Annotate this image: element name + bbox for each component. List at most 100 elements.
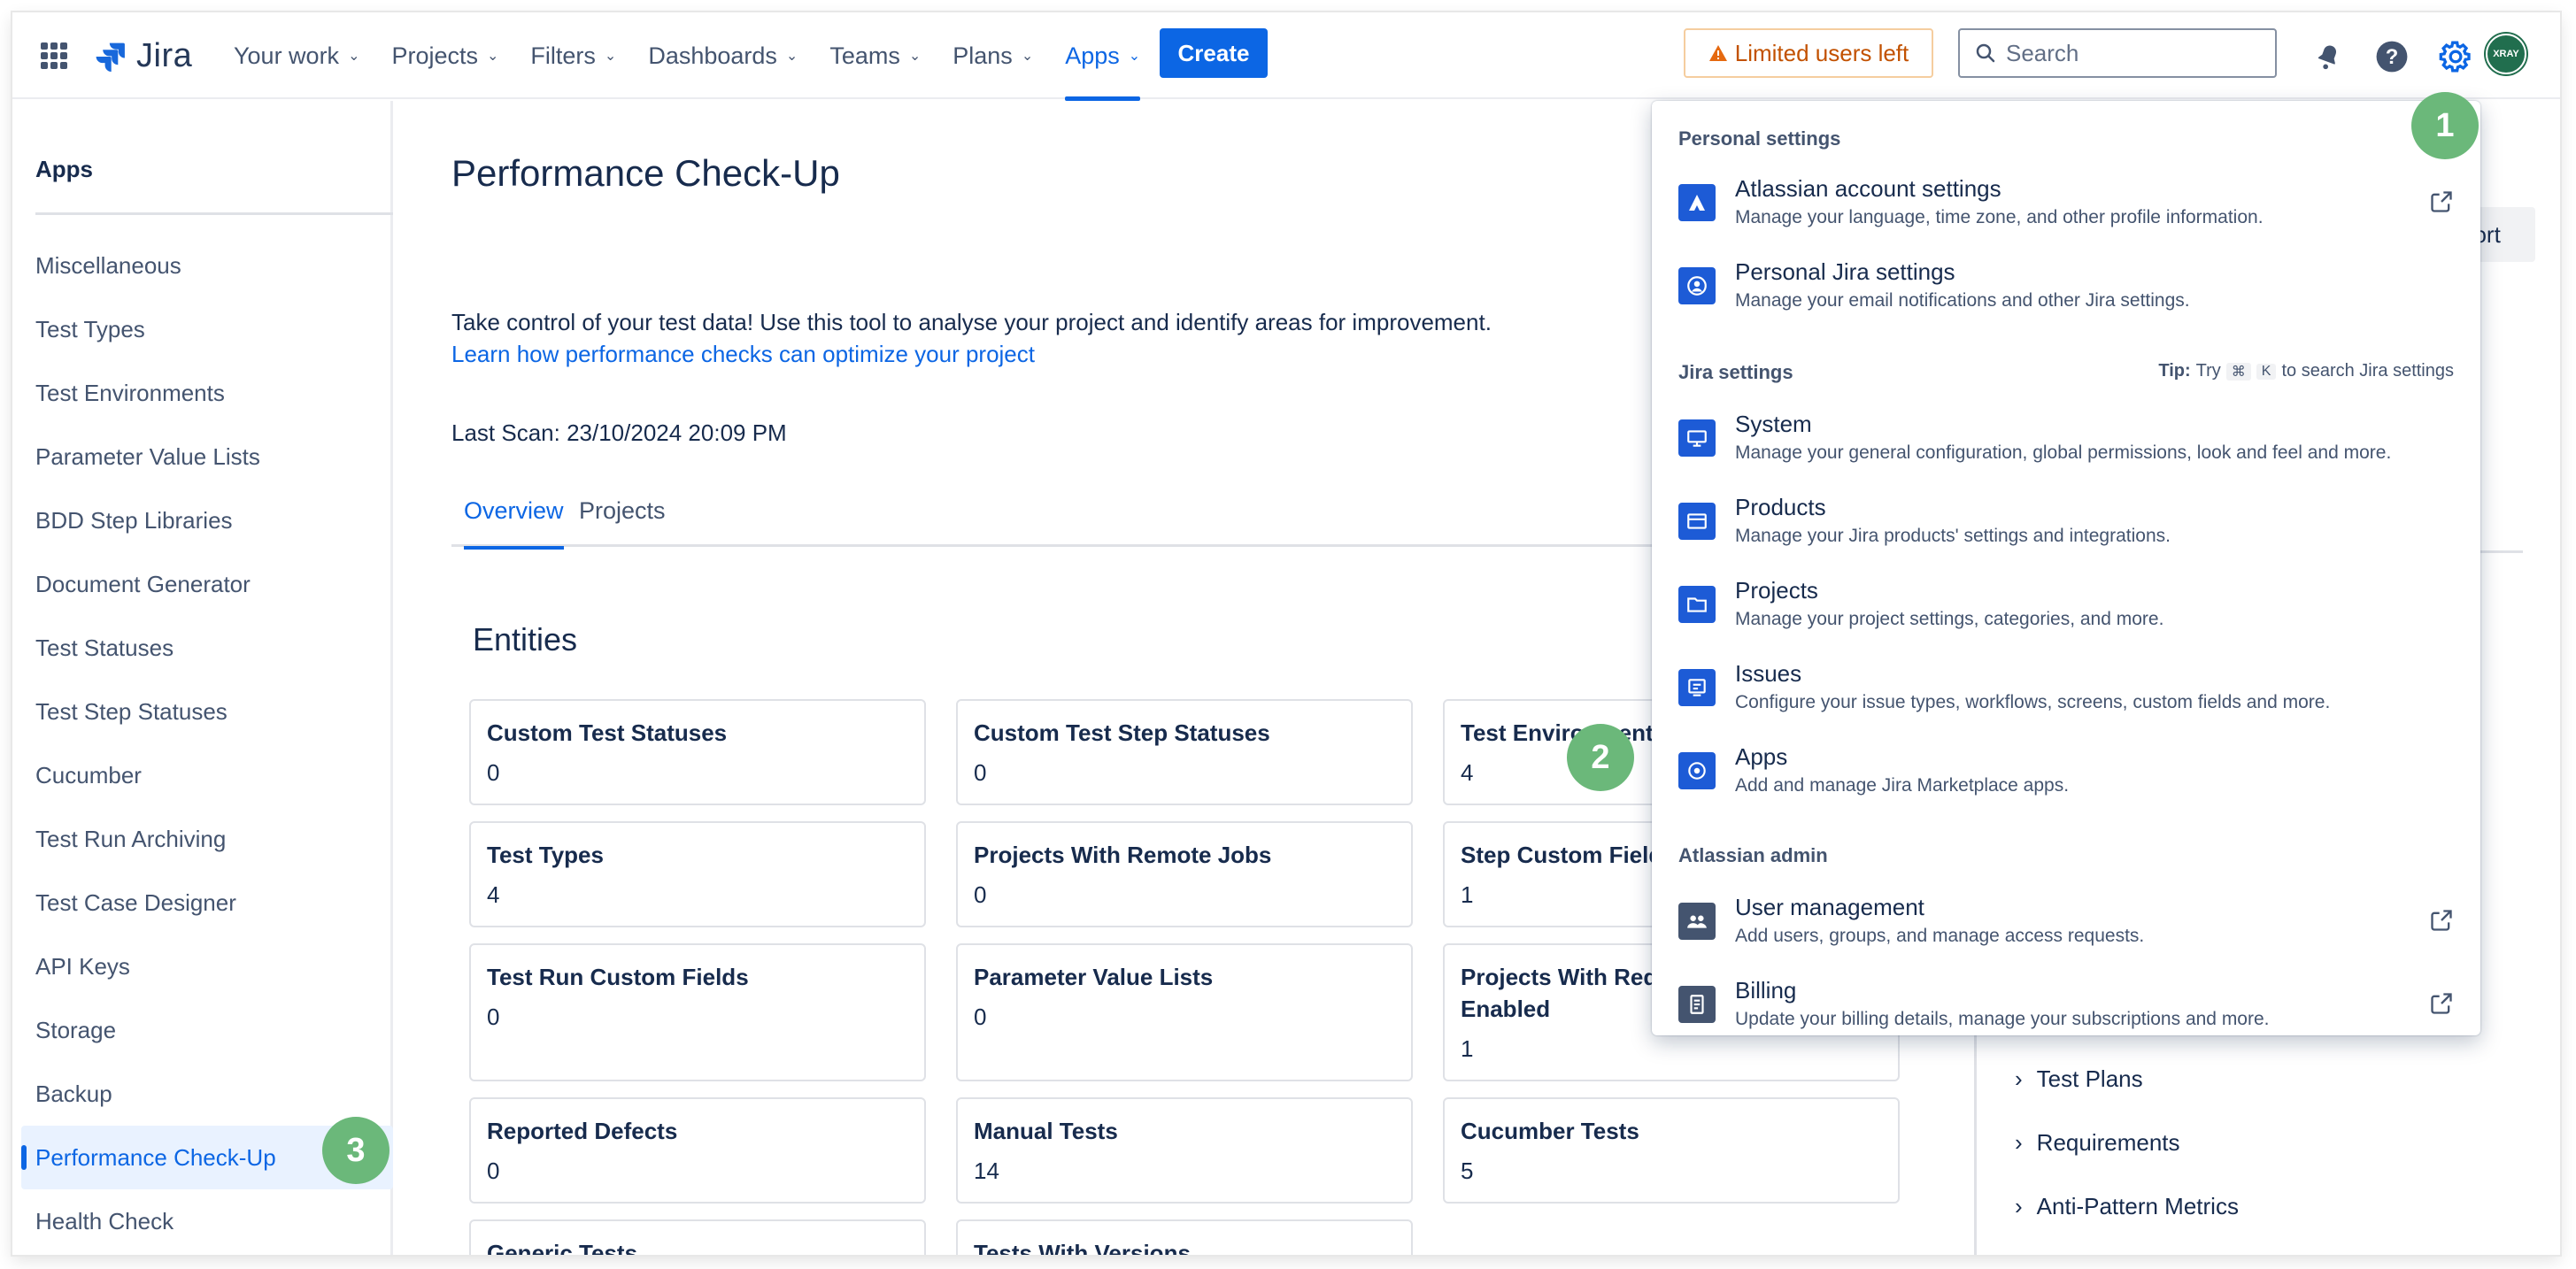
notifications-icon[interactable]	[2310, 39, 2346, 74]
sidebar-item-api-keys[interactable]: API Keys	[21, 934, 393, 998]
nav-label: Plans	[953, 42, 1013, 69]
entity-card: Test Types 4	[469, 821, 926, 927]
entity-card: Custom Test Step Statuses 0	[956, 699, 1413, 805]
warning-icon	[1708, 45, 1727, 61]
jira-window: Jira Your work ⌄ Projects ⌄ Filters ⌄ Dashb…	[12, 12, 2560, 1255]
sidebar-item-test-case-designer[interactable]: Test Case Designer	[21, 871, 393, 934]
expand-item-label: Test Plans	[2036, 1065, 2143, 1092]
tip-text: Tip: Try ⌘ K to search Jira settings	[2158, 361, 2454, 381]
menu-item-description: Add users, groups, and manage access req…	[1735, 926, 2145, 946]
menu-item-label: Issues	[1735, 660, 1802, 687]
nav-label: Teams	[829, 42, 900, 69]
sidebar-item-parameter-value-lists[interactable]: Parameter Value Lists	[21, 425, 393, 488]
sidebar-item-backup[interactable]: Backup	[21, 1062, 393, 1126]
menu-item-system[interactable]: System Manage your general configuration…	[1652, 411, 2480, 481]
menu-item-label: System	[1735, 411, 1812, 437]
sidebar-item-cucumber[interactable]: Cucumber	[21, 743, 393, 807]
app-switcher-icon[interactable]	[41, 42, 67, 69]
menu-item-description: Manage your general configuration, globa…	[1735, 442, 2392, 463]
entity-card: Projects With Remote Jobs 0	[956, 821, 1413, 927]
sidebar-item-document-generator[interactable]: Document Generator	[21, 552, 393, 616]
menu-item-user-management[interactable]: User management Add users, groups, and m…	[1652, 894, 2480, 965]
sidebar-item-test-statuses[interactable]: Test Statuses	[21, 616, 393, 680]
monitor-icon	[1678, 419, 1716, 457]
create-button[interactable]: Create	[1160, 28, 1268, 78]
menu-item-projects[interactable]: Projects Manage your project settings, c…	[1652, 577, 2480, 648]
atlassian-icon	[1678, 184, 1716, 221]
folder-icon	[1678, 586, 1716, 623]
menu-item-personal-jira-settings[interactable]: Personal Jira settings Manage your email…	[1652, 258, 2480, 329]
sidebar-item-test-environments[interactable]: Test Environments	[21, 361, 393, 425]
card-title: Custom Test Statuses	[487, 719, 728, 746]
menu-item-apps[interactable]: Apps Add and manage Jira Marketplace app…	[1652, 743, 2480, 814]
learn-more-link[interactable]: Learn how performance checks can optimiz…	[451, 338, 1492, 370]
apps-target-icon	[1678, 752, 1716, 789]
nav-teams[interactable]: Teams ⌄	[829, 12, 921, 99]
card-value: 14	[974, 1157, 999, 1184]
menu-item-atlassian-account-settings[interactable]: Atlassian account settings Manage your l…	[1652, 175, 2480, 246]
card-value: 0	[974, 1004, 987, 1030]
nav-projects[interactable]: Projects ⌄	[391, 12, 498, 99]
chevron-down-icon: ⌄	[908, 49, 922, 64]
expand-item[interactable]: › Anti-Pattern Metrics	[2015, 1193, 2239, 1220]
menu-item-label: Personal Jira settings	[1735, 258, 1955, 285]
step-callout-2: 2	[1567, 724, 1634, 791]
tip-post: to search Jira settings	[2281, 361, 2454, 381]
external-link-icon	[2431, 910, 2452, 931]
tab-projects[interactable]: Projects	[567, 497, 678, 547]
nav-apps[interactable]: Apps ⌄	[1065, 12, 1140, 101]
menu-item-description: Manage your Jira products' settings and …	[1735, 526, 2171, 546]
section-heading: Atlassian admin	[1678, 844, 1828, 866]
menu-item-description: Manage your email notifications and othe…	[1735, 290, 2190, 311]
external-link-icon	[2431, 993, 2452, 1014]
settings-gear-icon[interactable]	[2438, 39, 2473, 74]
jira-logo[interactable]: Jira	[94, 37, 192, 75]
avatar[interactable]: XRAY	[2486, 34, 2526, 74]
intro-text: Take control of your test data! Use this…	[451, 309, 1492, 335]
sidebar-list: Miscellaneous Test Types Test Environmen…	[21, 234, 393, 1253]
menu-item-label: User management	[1735, 894, 1924, 920]
entity-card: Generic Tests	[469, 1219, 926, 1255]
tab-overview[interactable]: Overview	[451, 497, 576, 550]
help-icon[interactable]: ?	[2374, 39, 2410, 74]
nav-label: Apps	[1065, 42, 1120, 69]
page-title: Performance Check-Up	[451, 152, 840, 194]
sidebar-item-test-types[interactable]: Test Types	[21, 297, 393, 361]
menu-item-products[interactable]: Products Manage your Jira products' sett…	[1652, 494, 2480, 565]
limited-users-button[interactable]: Limited users left	[1684, 28, 1933, 78]
menu-item-label: Apps	[1735, 743, 1788, 770]
nav-dashboards[interactable]: Dashboards ⌄	[648, 12, 798, 99]
nav-your-work[interactable]: Your work ⌄	[234, 12, 359, 99]
nav-plans[interactable]: Plans ⌄	[953, 12, 1033, 99]
search-placeholder: Search	[2006, 39, 2079, 66]
sidebar-item-test-step-statuses[interactable]: Test Step Statuses	[21, 680, 393, 743]
logo-text: Jira	[136, 37, 193, 74]
menu-item-billing[interactable]: Billing Update your billing details, man…	[1652, 977, 2480, 1048]
chevron-right-icon: ›	[2015, 1193, 2023, 1219]
sidebar-item-health-check[interactable]: Health Check	[21, 1189, 393, 1253]
chevron-down-icon: ⌄	[785, 49, 798, 64]
card-title: Cucumber Tests	[1461, 1118, 1639, 1144]
menu-item-label: Billing	[1735, 977, 1797, 1004]
expand-item-label: Anti-Pattern Metrics	[2036, 1193, 2239, 1219]
search-input[interactable]: Search	[1958, 28, 2277, 78]
nav-filters[interactable]: Filters ⌄	[530, 12, 616, 99]
menu-item-issues[interactable]: Issues Configure your issue types, workf…	[1652, 660, 2480, 731]
divider	[35, 212, 393, 215]
menu-item-description: Update your billing details, manage your…	[1735, 1009, 2270, 1029]
window-icon	[1678, 503, 1716, 540]
nav-label: Dashboards	[648, 42, 777, 69]
sidebar-item-miscellaneous[interactable]: Miscellaneous	[21, 234, 393, 297]
card-value: 0	[487, 1004, 500, 1030]
nav-label: Filters	[530, 42, 596, 69]
sidebar-title: Apps	[35, 156, 93, 182]
section-title: Entities	[473, 621, 578, 658]
card-value: 0	[487, 759, 500, 786]
sidebar-item-bdd-step-libraries[interactable]: BDD Step Libraries	[21, 488, 393, 552]
people-icon	[1678, 903, 1716, 940]
expand-item[interactable]: › Test Plans	[2015, 1065, 2143, 1093]
card-value: 0	[487, 1157, 500, 1184]
sidebar-item-test-run-archiving[interactable]: Test Run Archiving	[21, 807, 393, 871]
sidebar-item-storage[interactable]: Storage	[21, 998, 393, 1062]
expand-item[interactable]: › Requirements	[2015, 1129, 2180, 1157]
